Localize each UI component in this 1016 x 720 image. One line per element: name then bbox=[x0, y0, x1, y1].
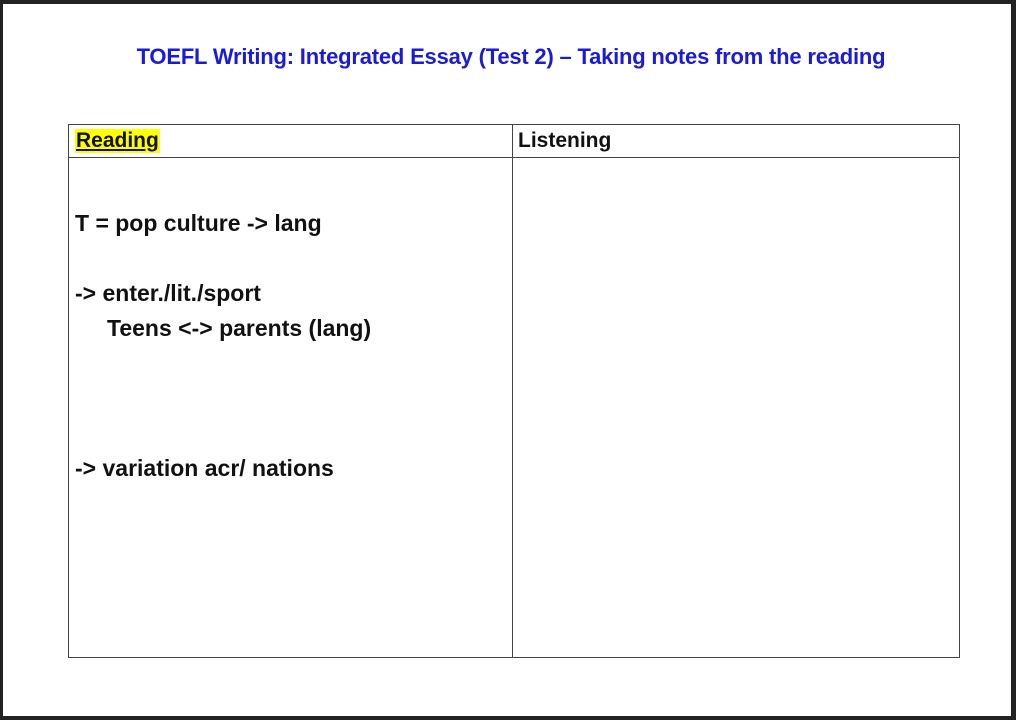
reading-note: -> enter./lit./sport bbox=[75, 280, 261, 306]
page-title: TOEFL Writing: Integrated Essay (Test 2)… bbox=[136, 44, 886, 69]
header-divider bbox=[69, 157, 959, 158]
reading-column-header: Reading bbox=[75, 129, 160, 153]
slide-page: TOEFL Writing: Integrated Essay (Test 2)… bbox=[0, 0, 1016, 720]
reading-note: T = pop culture -> lang bbox=[75, 210, 322, 236]
notes-table: Reading Listening T = pop culture -> lan… bbox=[68, 124, 960, 658]
listening-column-header: Listening bbox=[518, 129, 612, 152]
reading-note: -> variation acr/ nations bbox=[75, 455, 334, 481]
column-divider bbox=[512, 125, 513, 657]
reading-note: Teens <-> parents (lang) bbox=[107, 315, 372, 341]
